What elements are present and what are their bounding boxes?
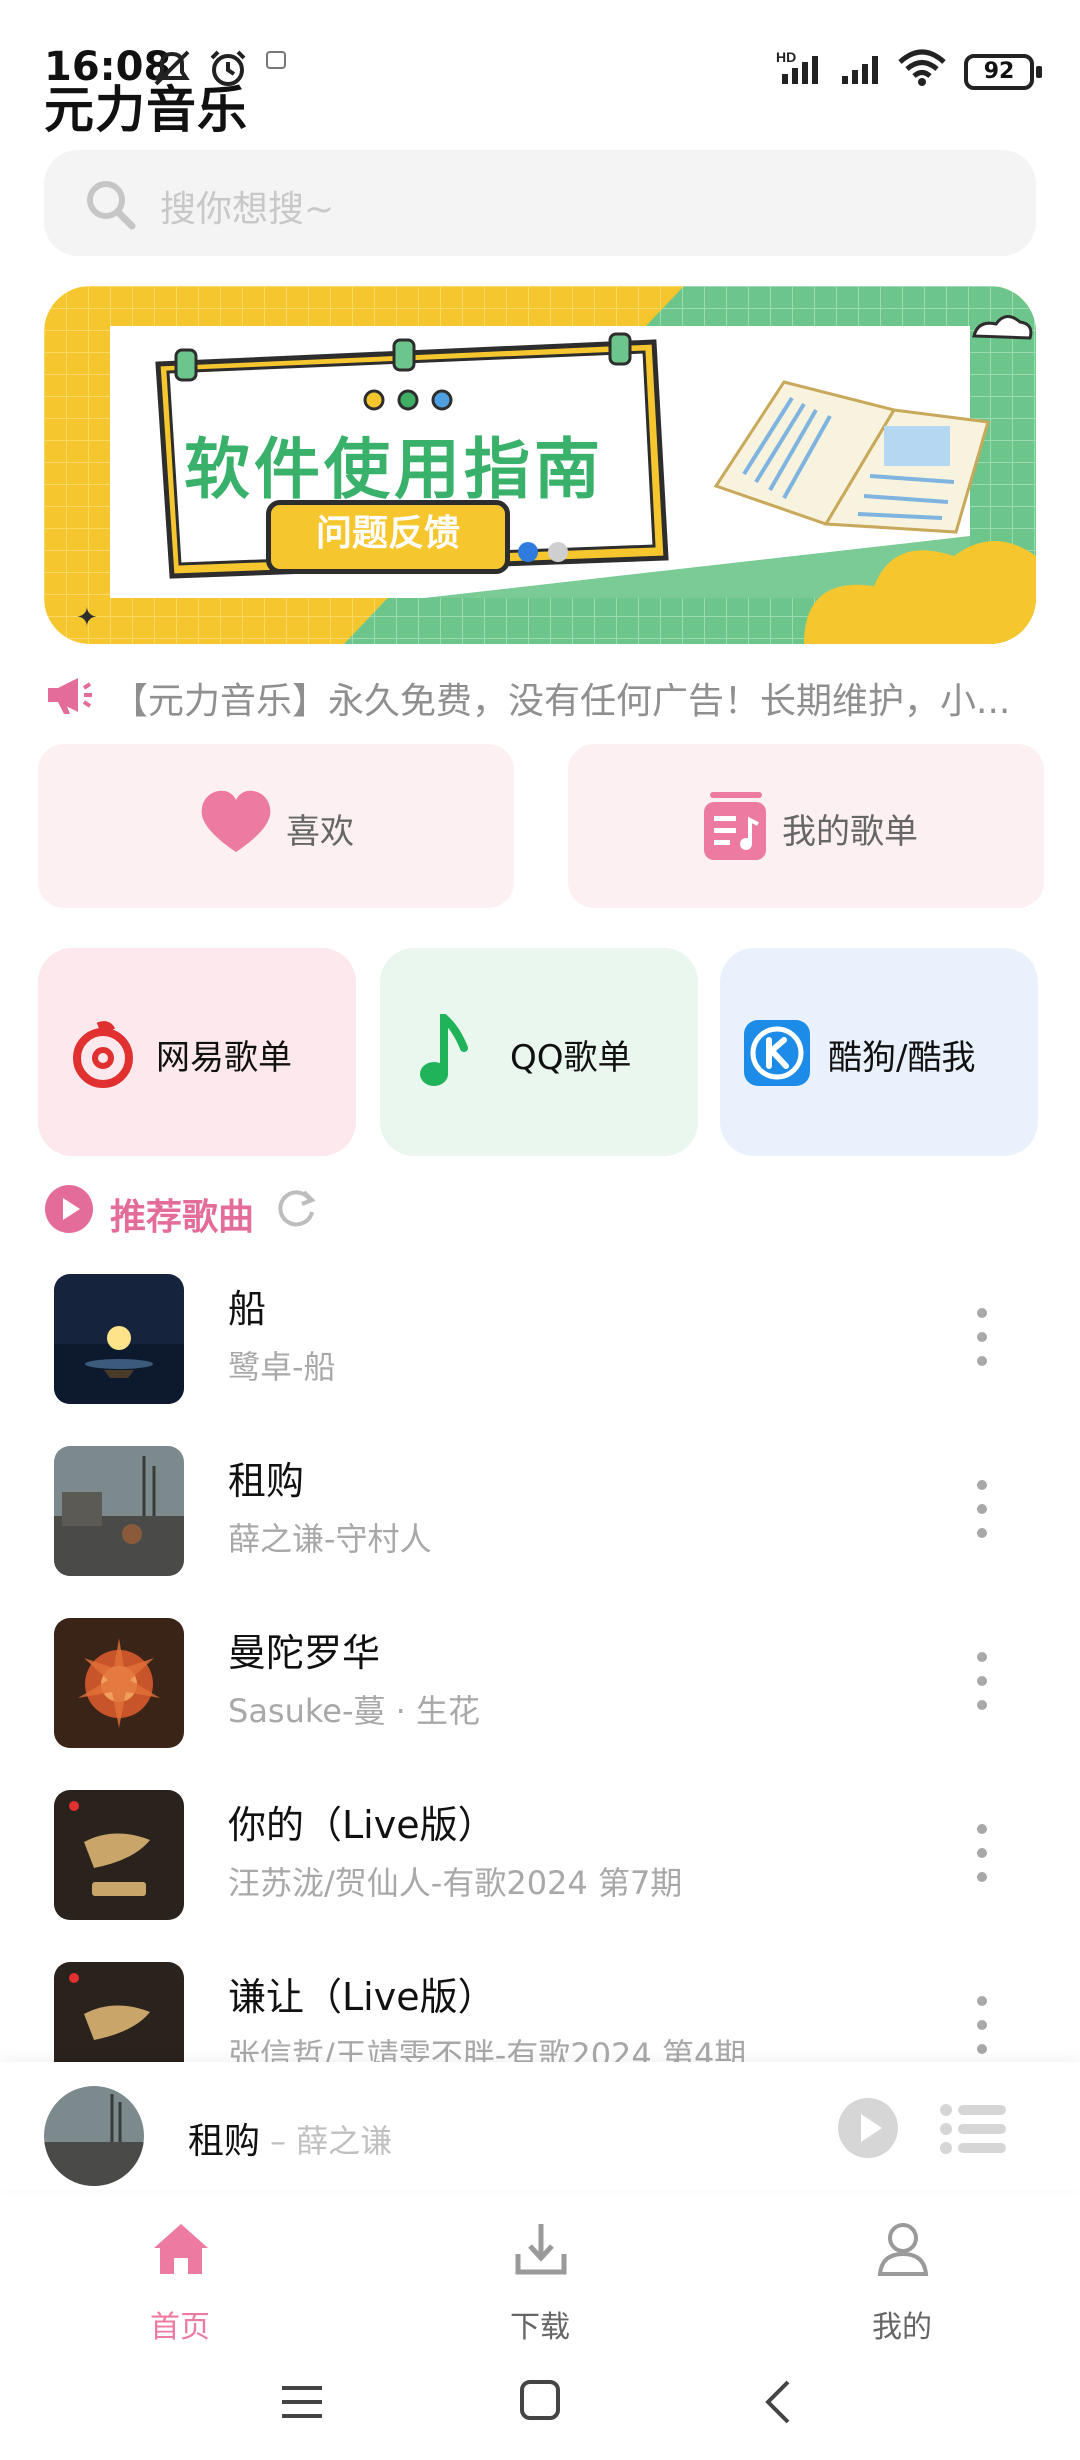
song-subtitle: 汪苏泷/贺仙人-有歌2024 第7期: [228, 1864, 683, 1902]
song-cover: [54, 1618, 184, 1748]
more-options-icon[interactable]: [976, 1824, 988, 1884]
more-options-icon[interactable]: [976, 1308, 988, 1368]
wifi-icon: [898, 49, 946, 86]
search-icon: [87, 181, 136, 230]
banner-dot-active: [518, 542, 538, 562]
kugou-label: 酷狗/酷我: [828, 1038, 976, 1078]
play-button[interactable]: [836, 2096, 900, 2160]
netease-icon: [73, 1021, 133, 1088]
home-icon: [154, 2224, 208, 2274]
banner-dot: [548, 542, 568, 562]
song-subtitle: 薛之谦-守村人: [228, 1520, 432, 1558]
refresh-icon[interactable]: [274, 1186, 318, 1230]
svg-text:HD: HD: [776, 49, 796, 65]
tab-mine-label: 我的: [872, 2310, 932, 2345]
battery-indicator: 92: [964, 54, 1042, 90]
mini-player[interactable]: 租购 – 薛之谦: [0, 2062, 1080, 2190]
song-cover: [54, 1446, 184, 1576]
menu-icon[interactable]: [280, 2380, 324, 2424]
song-subtitle: Sasuke-蔓 · 生花: [228, 1692, 481, 1730]
tab-home-label: 首页: [150, 2310, 210, 2345]
notice-text[interactable]: 【元力音乐】永久免费，没有任何广告！长期维护，小...: [112, 672, 1042, 724]
song-item[interactable]: 船 鹭卓-船: [0, 1274, 1080, 1444]
song-title: 曼陀罗华: [228, 1631, 381, 1675]
feedback-button[interactable]: 问题反馈: [266, 500, 510, 574]
user-icon: [877, 2223, 929, 2276]
tab-mine[interactable]: 我的: [832, 2210, 972, 2345]
now-playing-cover: [44, 2086, 144, 2186]
kugou-icon: [744, 1020, 810, 1086]
heart-icon: [201, 790, 271, 852]
song-item[interactable]: 谦让（Live版） 张信哲/王靖雯不胖-有歌2024 第4期: [0, 1962, 1080, 2062]
song-item[interactable]: 租购 薛之谦-守村人: [0, 1446, 1080, 1616]
signal-icon: [842, 56, 878, 84]
banner-title: 软件使用指南: [184, 431, 604, 508]
signal-hd-icon: HD: [776, 49, 818, 84]
tab-download[interactable]: 下载: [470, 2210, 610, 2345]
favorites-label: 喜欢: [286, 812, 354, 852]
netease-playlist-card[interactable]: 网易歌单: [38, 948, 356, 1156]
more-options-icon[interactable]: [976, 1652, 988, 1712]
favorites-card[interactable]: 喜欢: [38, 744, 514, 908]
now-playing-artist: – 薛之谦: [270, 2122, 393, 2160]
home-nav-icon[interactable]: [518, 2378, 562, 2422]
tab-download-label: 下载: [510, 2310, 570, 2345]
song-subtitle: 鹭卓-船: [228, 1348, 336, 1386]
playlist-queue-icon[interactable]: [940, 2102, 1008, 2156]
song-title: 船: [228, 1287, 267, 1331]
search-placeholder: 搜你想搜~: [160, 189, 335, 230]
play-circle-icon: [45, 1185, 93, 1233]
song-title: 谦让（Live版）: [228, 1975, 496, 2019]
qq-label: QQ歌单: [510, 1038, 632, 1078]
song-title: 你的（Live版）: [228, 1803, 496, 1847]
playlist-icon: [704, 792, 766, 860]
song-cover: [54, 1274, 184, 1404]
more-options-icon[interactable]: [976, 1480, 988, 1540]
section-title: 推荐歌曲: [110, 1197, 255, 1238]
megaphone-icon: [48, 678, 92, 714]
kugou-playlist-card[interactable]: 酷狗/酷我: [720, 948, 1038, 1156]
guide-banner[interactable]: ✦ 软件使用指南 问题反馈: [44, 286, 1036, 644]
qq-playlist-card[interactable]: QQ歌单: [380, 948, 698, 1156]
song-item[interactable]: 你的（Live版） 汪苏泷/贺仙人-有歌2024 第7期: [0, 1790, 1080, 1960]
my-playlists-label: 我的歌单: [782, 812, 918, 852]
back-icon[interactable]: [762, 2378, 796, 2426]
my-playlists-card[interactable]: 我的歌单: [568, 744, 1044, 908]
app-title: 元力音乐: [44, 81, 248, 139]
song-title: 租购: [228, 1459, 305, 1503]
now-playing-title: 租购: [188, 2121, 261, 2162]
system-nav-bar: [0, 2350, 1080, 2460]
netease-label: 网易歌单: [156, 1038, 292, 1078]
song-cover: [54, 1790, 184, 1920]
qq-music-icon: [420, 1014, 468, 1086]
notification-icon: [266, 51, 286, 69]
tab-home[interactable]: 首页: [110, 2210, 250, 2345]
download-icon: [515, 2224, 567, 2275]
song-cover: [54, 1962, 184, 2062]
search-bar[interactable]: 搜你想搜~: [44, 150, 1036, 256]
svg-text:✦: ✦: [76, 603, 98, 633]
song-item[interactable]: 曼陀罗华 Sasuke-蔓 · 生花: [0, 1618, 1080, 1788]
song-subtitle: 张信哲/王靖雯不胖-有歌2024 第4期: [228, 2036, 747, 2062]
more-options-icon[interactable]: [976, 1996, 988, 2056]
